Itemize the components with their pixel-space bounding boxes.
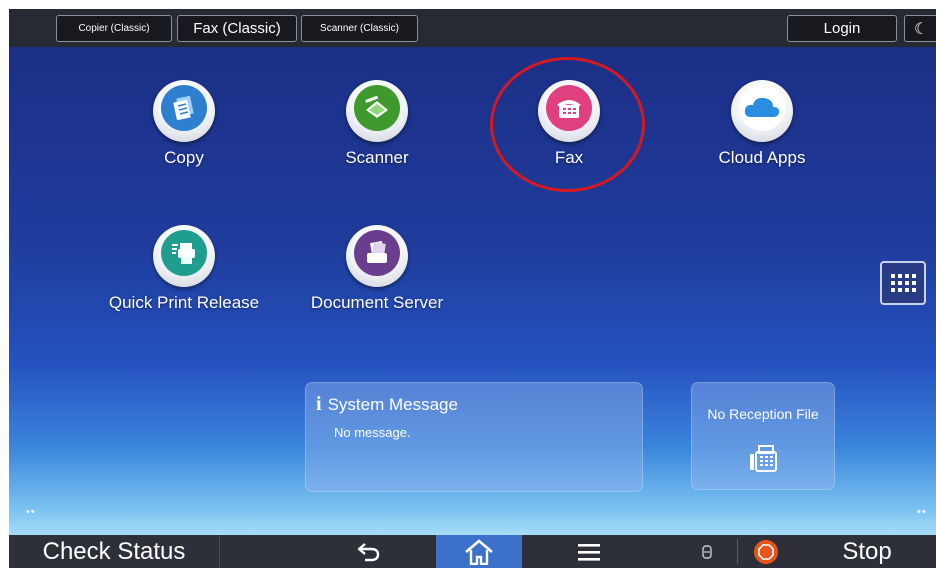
data-in-icon	[702, 544, 712, 559]
copy-icon	[153, 80, 215, 142]
reception-file-widget[interactable]: No Reception File	[691, 382, 835, 490]
system-message-body: No message.	[334, 425, 411, 440]
app-copy[interactable]: Copy	[99, 80, 269, 168]
page-indicator-left[interactable]: ••	[26, 506, 36, 518]
reception-file-title: No Reception File	[707, 406, 819, 422]
bottom-bar: Check Status Stop	[9, 535, 936, 568]
cloud-icon	[731, 80, 793, 142]
bottom-bar-divider	[737, 539, 738, 564]
app-grid-icon	[891, 274, 916, 292]
stop-icon[interactable]	[754, 540, 778, 564]
printer-icon	[153, 225, 215, 287]
back-arrow-icon	[357, 542, 380, 561]
app-scanner[interactable]: Scanner	[292, 80, 462, 168]
menu-icon	[578, 543, 600, 561]
app-cloud-apps[interactable]: Cloud Apps	[677, 80, 847, 168]
app-label: Quick Print Release	[108, 293, 260, 312]
tab-fax-classic[interactable]: Fax (Classic)	[177, 15, 297, 42]
app-quick-print-release[interactable]: Quick Print Release	[99, 225, 269, 313]
back-button[interactable]	[329, 535, 409, 568]
fax-highlight-circle	[490, 57, 645, 192]
app-label: Scanner	[345, 148, 409, 167]
app-list-button[interactable]	[880, 261, 926, 305]
app-label: Copy	[164, 148, 204, 167]
printer-panel-screen: Copier (Classic) Fax (Classic) Scanner (…	[9, 9, 936, 568]
system-message-title: System Message	[327, 394, 458, 414]
app-label: Document Server	[310, 293, 444, 312]
home-button[interactable]	[436, 535, 522, 568]
scanner-icon	[346, 80, 408, 142]
tab-copier-classic[interactable]: Copier (Classic)	[56, 15, 172, 42]
login-button[interactable]: Login	[787, 15, 897, 42]
info-icon: i	[316, 393, 322, 415]
document-server-icon	[346, 225, 408, 287]
app-document-server[interactable]: Document Server	[292, 225, 462, 313]
app-label: Cloud Apps	[718, 148, 806, 167]
home-icon	[465, 538, 493, 565]
home-desktop: Copy Scanner Fax Cloud Apps Quick Print …	[9, 47, 936, 535]
fax-reception-icon	[750, 445, 777, 472]
data-in-indicator	[692, 535, 722, 568]
moon-icon[interactable]: ☾	[904, 15, 936, 42]
stop-button[interactable]: Stop	[817, 535, 917, 568]
page-indicator-right[interactable]: ••	[917, 506, 927, 518]
menu-button[interactable]	[549, 535, 629, 568]
check-status-button[interactable]: Check Status	[9, 535, 220, 568]
system-message-header: i System Message	[316, 393, 458, 416]
tab-scanner-classic[interactable]: Scanner (Classic)	[301, 15, 418, 42]
system-message-widget[interactable]: i System Message No message.	[305, 382, 643, 492]
top-bar: Copier (Classic) Fax (Classic) Scanner (…	[9, 9, 936, 47]
